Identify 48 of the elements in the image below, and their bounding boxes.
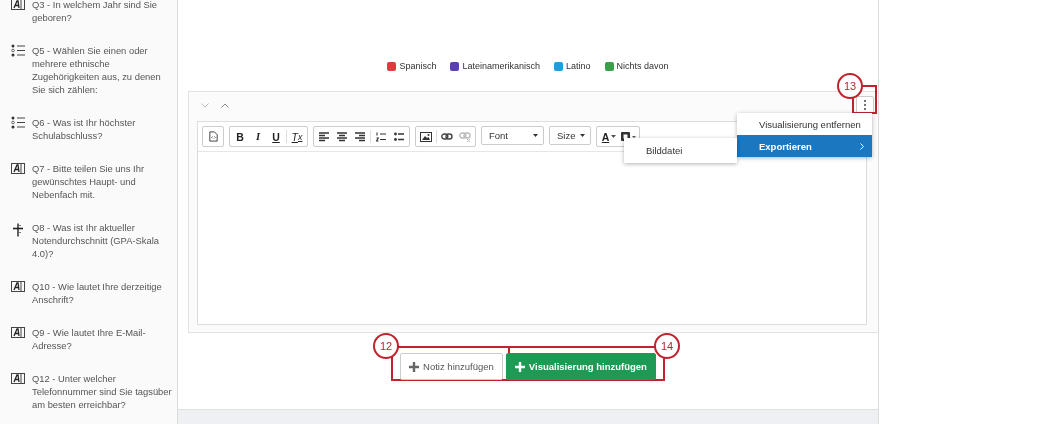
text-entry-icon	[11, 0, 26, 11]
question-item[interactable]: Q3 - In welchem Jahr sind Sie geboren?	[32, 0, 173, 24]
image-icon[interactable]	[420, 131, 432, 142]
numbered-list-icon[interactable]	[376, 131, 386, 142]
align-right-icon[interactable]	[355, 131, 365, 142]
question-item[interactable]: Q8 - Was ist Ihr aktueller Notendurchschnitt (GPA-Skala 4.0)?	[32, 221, 173, 260]
chevron-up-icon[interactable]	[221, 102, 229, 108]
legend-label: Spanisch	[399, 61, 437, 71]
callout-number: 14	[654, 333, 680, 359]
dropdown[interactable]: Font	[481, 126, 544, 145]
question-item[interactable]: Q10 - Wie lautet Ihre derzeitige Anschrift?	[32, 280, 173, 306]
text-entry-icon	[11, 326, 26, 339]
legend-label: Latino	[566, 61, 591, 71]
question-item[interactable]: Q12 - Unter welcher Telefonnummer sind Sie tagsüber am besten erreichbar?	[32, 372, 173, 411]
caret-icon	[580, 134, 585, 137]
question-item[interactable]: Q9 - Wie lautet Ihre E-Mail-Adresse?	[32, 326, 173, 352]
question-item[interactable]: Q6 - Was ist Ihr höchster Schulabschluss?	[32, 116, 173, 142]
menu-item[interactable]: Exportieren	[737, 135, 872, 157]
legend-label: Nichts davon	[616, 61, 669, 71]
callout-number: 13	[837, 73, 863, 99]
align-left-icon[interactable]	[319, 131, 329, 142]
add-note-button[interactable]: Notiz hinzufügen	[400, 353, 503, 380]
question-item[interactable]: Q7 - Bitte teilen Sie uns Ihr gewünschtes Haupt- und Nebenfach mit.	[32, 162, 173, 201]
multiple-choice-icon	[11, 44, 26, 57]
plus-icon	[409, 361, 420, 372]
underline-button[interactable]: U	[267, 128, 285, 145]
text-entry-icon	[11, 372, 26, 385]
menu-item[interactable]: Visualisierung entfernen	[737, 113, 872, 135]
multiple-choice-icon	[11, 116, 26, 129]
italic-button[interactable]: I	[249, 128, 267, 145]
slider-icon	[11, 221, 26, 239]
plus-icon	[514, 361, 525, 372]
chevron-right-icon	[860, 142, 864, 150]
callout-number: 12	[373, 333, 399, 359]
align-center-icon[interactable]	[337, 131, 347, 142]
legend-label: Lateinamerikanisch	[462, 61, 540, 71]
menu-item[interactable]: Bilddatei	[624, 138, 737, 163]
text-entry-icon	[11, 162, 26, 175]
add-visualization-button[interactable]: Visualisierung hinzufügen	[505, 353, 656, 380]
dropdown[interactable]: Size	[549, 126, 591, 145]
source-code-icon[interactable]	[207, 131, 219, 142]
caret-icon	[611, 135, 617, 138]
caret-icon	[533, 134, 538, 137]
bold-button[interactable]: B	[231, 128, 249, 145]
bullet-list-icon[interactable]	[394, 131, 404, 142]
link-icon[interactable]	[441, 132, 453, 141]
text-entry-icon	[11, 280, 26, 293]
question-item[interactable]: Q5 - Wählen Sie einen oder mehrere ethnische Zugehörigkeiten aus, zu denen Sie sich zählen:	[32, 44, 173, 96]
